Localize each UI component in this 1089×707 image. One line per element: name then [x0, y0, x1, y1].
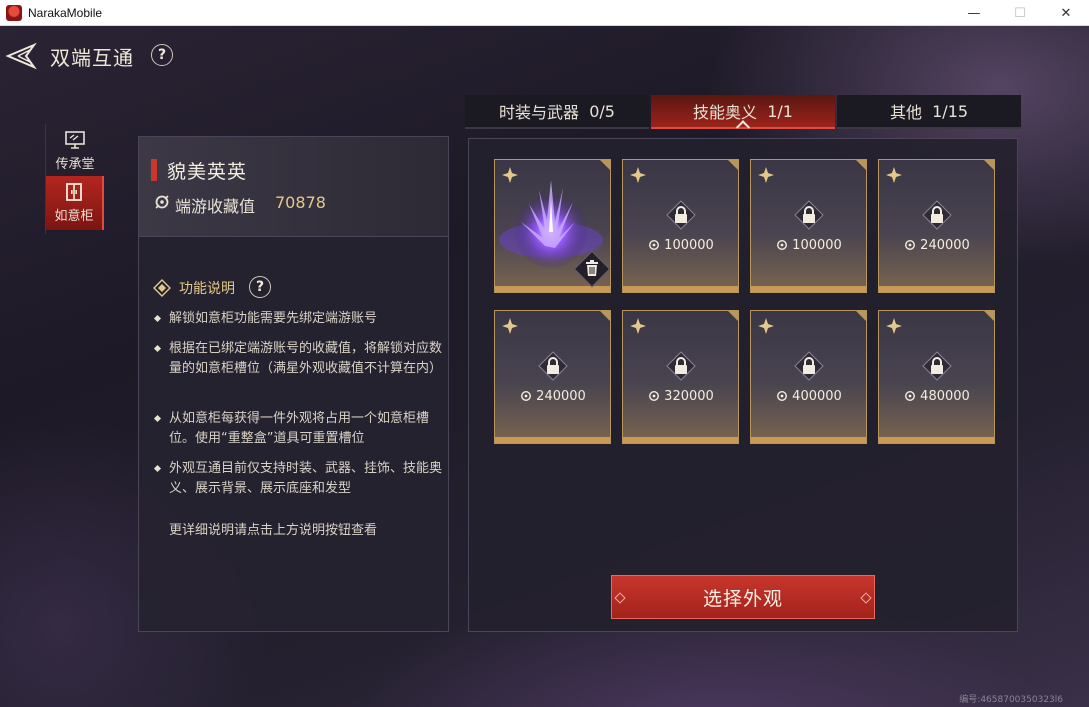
- slot-corner-mark: [728, 311, 738, 321]
- slot-corner-mark: [856, 160, 866, 170]
- collection-icon: [521, 391, 532, 401]
- slot-cost-value: 480000: [920, 389, 970, 404]
- name-accent-bar: [151, 159, 157, 181]
- cabinet-icon: [66, 182, 82, 201]
- lock-icon: [794, 200, 824, 230]
- slot-locked[interactable]: 240000: [878, 159, 995, 293]
- monitor-icon: [65, 130, 85, 149]
- player-name: 貌美英英: [167, 161, 248, 183]
- slot-cost-value: 320000: [664, 389, 714, 404]
- slot-cost: 240000: [495, 389, 610, 404]
- slot-locked[interactable]: 240000: [494, 310, 611, 444]
- lock-icon: [666, 200, 696, 230]
- tab-others[interactable]: 其他 1/15: [837, 95, 1021, 129]
- lock-icon: [922, 200, 952, 230]
- minimize-button[interactable]: —: [951, 0, 997, 26]
- shuriken-icon: [886, 167, 902, 183]
- tab-count: 0/5: [589, 101, 615, 121]
- slot-corner-mark: [600, 311, 610, 321]
- function-title: 功能说明: [179, 281, 235, 297]
- nav-item-inheritance-hall[interactable]: 传承堂: [46, 124, 104, 178]
- slot-locked[interactable]: 100000: [622, 159, 739, 293]
- collection-icon: [777, 391, 788, 401]
- collection-icon: [649, 391, 660, 401]
- collection-icon: [649, 240, 660, 250]
- trash-icon[interactable]: [583, 259, 601, 277]
- info-panel: 貌美英英 端游收藏值 70878 功能说明 ? 解锁如意柜功能需要先绑定端游账号…: [138, 136, 449, 632]
- slot-cost-value: 400000: [792, 389, 842, 404]
- slot-cost: 400000: [751, 389, 866, 404]
- slot-locked[interactable]: 480000: [878, 310, 995, 444]
- tab-outfits-weapons[interactable]: 时装与武器 0/5: [465, 95, 649, 129]
- slot-cost-value: 240000: [536, 389, 586, 404]
- back-arrow-icon[interactable]: [4, 42, 38, 70]
- collection-value: 70878: [275, 193, 326, 212]
- shuriken-icon: [886, 318, 902, 334]
- slot-cost-value: 240000: [920, 238, 970, 253]
- slot-cost: 320000: [623, 389, 738, 404]
- shuriken-icon: [630, 318, 646, 334]
- tab-count: 1/1: [767, 101, 793, 121]
- nav-item-label: 传承堂: [55, 156, 95, 172]
- slot-corner-mark: [984, 160, 994, 170]
- tab-label: 技能奥义: [693, 103, 758, 122]
- slot-filled[interactable]: [494, 159, 611, 293]
- shuriken-icon: [630, 167, 646, 183]
- lock-icon: [922, 351, 952, 381]
- nav-item-wish-cabinet[interactable]: 如意柜: [46, 176, 104, 230]
- slot-corner-mark: [856, 311, 866, 321]
- shuriken-icon: [758, 167, 774, 183]
- app-icon: [6, 4, 22, 21]
- collection-label: 端游收藏值: [175, 197, 256, 216]
- nav-item-label: 如意柜: [54, 208, 94, 224]
- window-controls: — ☐ ✕: [951, 0, 1089, 26]
- slot-cost-value: 100000: [664, 238, 714, 253]
- lock-icon: [666, 351, 696, 381]
- diamond-icon: [153, 279, 171, 297]
- header-help-icon[interactable]: ?: [151, 44, 173, 66]
- collection-icon: [905, 391, 916, 401]
- collection-icon: [905, 240, 916, 250]
- slot-cost: 100000: [751, 238, 866, 253]
- slot-locked[interactable]: 100000: [750, 159, 867, 293]
- lock-icon: [538, 351, 568, 381]
- page-title: 双端互通: [50, 46, 134, 70]
- slot-cost: 100000: [623, 238, 738, 253]
- category-tabs: 时装与武器 0/5 技能奥义 1/1 其他 1/15: [465, 95, 1021, 135]
- slot-corner-mark: [984, 311, 994, 321]
- slot-locked[interactable]: 320000: [622, 310, 739, 444]
- collection-icon: [155, 195, 169, 209]
- select-appearance-button[interactable]: 选择外观: [611, 575, 875, 619]
- rule-item: 根据在已绑定端游账号的收藏值，将解锁对应数量的如意柜槽位（满星外观收藏值不计算在…: [153, 339, 443, 379]
- close-button[interactable]: ✕: [1043, 0, 1089, 26]
- side-nav: 传承堂 如意柜: [45, 124, 104, 234]
- rule-item: 解锁如意柜功能需要先绑定端游账号: [153, 309, 443, 329]
- slot-corner-mark: [728, 160, 738, 170]
- window-title: NarakaMobile: [28, 5, 103, 20]
- maximize-button[interactable]: ☐: [997, 0, 1043, 26]
- tab-label: 其他: [889, 103, 922, 122]
- slot-cost: 240000: [879, 238, 994, 253]
- shuriken-icon: [502, 167, 518, 183]
- shuriken-icon: [758, 318, 774, 334]
- slot-locked[interactable]: 400000: [750, 310, 867, 444]
- tab-count: 1/15: [932, 101, 969, 121]
- game-scene: 双端互通 ? 传承堂 如意柜 貌美英英 端游收藏值 70878 功能说明 ? 解…: [0, 26, 1089, 707]
- slot-corner-mark: [600, 160, 610, 170]
- lock-icon: [794, 351, 824, 381]
- player-uid: 编号:4658700350323l6: [959, 695, 1063, 705]
- tab-label: 时装与武器: [499, 103, 580, 122]
- player-header: 貌美英英 端游收藏值 70878: [139, 137, 448, 237]
- tab-skill-ultimates[interactable]: 技能奥义 1/1: [651, 95, 835, 135]
- rule-item: 从如意柜每获得一件外观将占用一个如意柜槽位。使用“重整盒”道具可重置槽位: [153, 409, 443, 449]
- shuriken-icon: [502, 318, 518, 334]
- collection-icon: [777, 240, 788, 250]
- slot-cost: 480000: [879, 389, 994, 404]
- slot-cost-value: 100000: [792, 238, 842, 253]
- more-info-note: 更详细说明请点击上方说明按钮查看: [169, 523, 378, 538]
- rule-item: 外观互通目前仅支持时装、武器、挂饰、技能奥义、展示背景、展示底座和发型: [153, 459, 443, 499]
- function-help-icon[interactable]: ?: [249, 276, 271, 298]
- window-titlebar: NarakaMobile — ☐ ✕: [0, 0, 1089, 26]
